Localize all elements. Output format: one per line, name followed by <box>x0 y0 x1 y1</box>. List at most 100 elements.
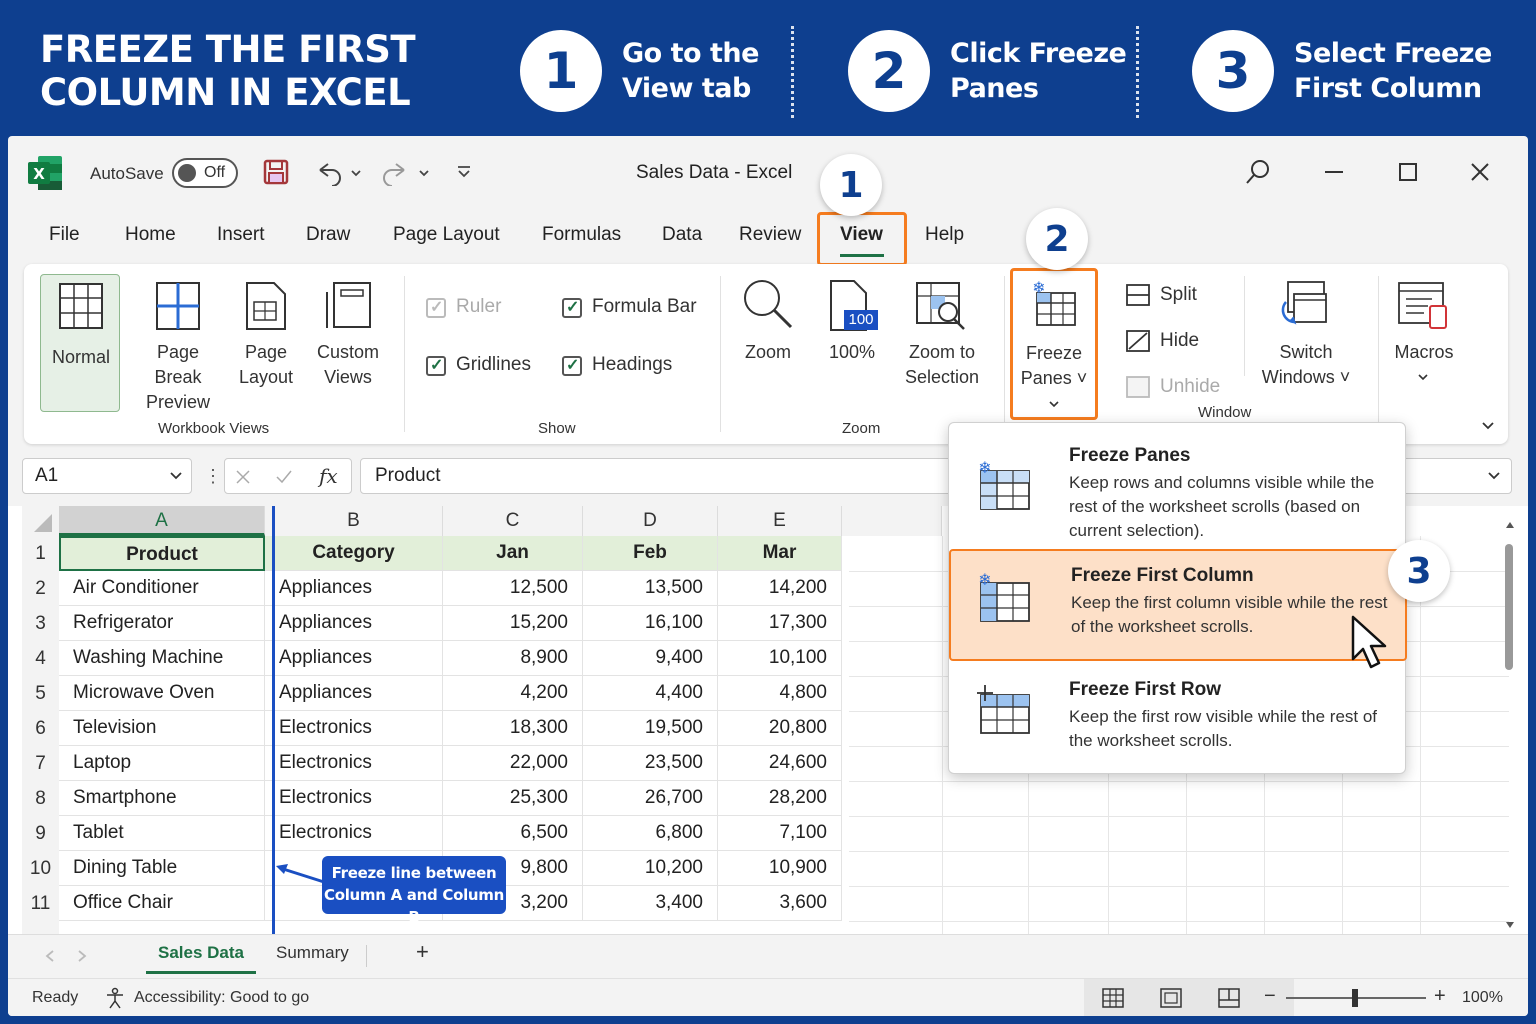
cell-product[interactable]: Washing Machine <box>59 641 265 676</box>
page-layout-button[interactable]: Page Layout <box>226 340 306 390</box>
zoom-level[interactable]: 100% <box>1462 989 1503 1007</box>
zoom-out-button[interactable]: − <box>1264 985 1276 1008</box>
cell-feb[interactable]: 16,100 <box>583 606 718 641</box>
cell-mar[interactable]: 7,100 <box>718 816 842 851</box>
row-header[interactable]: 11 <box>22 886 59 921</box>
page-break-preview-button[interactable]: Page Break Preview <box>138 340 218 415</box>
name-box[interactable]: A1 <box>22 458 192 494</box>
cell-jan[interactable]: 4,200 <box>443 676 583 711</box>
vertical-scrollbar-thumb[interactable] <box>1505 544 1513 670</box>
collapse-ribbon-icon[interactable] <box>1480 420 1496 432</box>
zoom-button[interactable]: Zoom <box>730 340 806 365</box>
sheet-tab-summary[interactable]: Summary <box>276 943 349 963</box>
column-header-a[interactable]: A <box>59 506 265 536</box>
row-header[interactable] <box>22 921 59 934</box>
freeze-panes-button[interactable]: ❄ Freeze Panes ˅ <box>1010 268 1098 420</box>
insert-function-button[interactable]: fx <box>319 464 338 488</box>
tab-insert[interactable]: Insert <box>217 224 265 246</box>
cell-product[interactable]: Smartphone <box>59 781 265 816</box>
row-header[interactable]: 4 <box>22 641 59 676</box>
normal-view-button[interactable]: Normal <box>40 274 120 412</box>
header-cell-feb[interactable]: Feb <box>583 536 718 571</box>
cancel-icon[interactable] <box>235 469 251 485</box>
zoom-100-button[interactable]: 100% <box>814 340 890 365</box>
cell-jan[interactable]: 12,500 <box>443 571 583 606</box>
header-cell-product[interactable]: Product <box>59 536 265 571</box>
tab-file[interactable]: File <box>49 224 80 246</box>
cell-feb[interactable]: 19,500 <box>583 711 718 746</box>
header-cell-category[interactable]: Category <box>265 536 443 571</box>
split-button[interactable]: Split <box>1160 284 1197 306</box>
undo-icon[interactable] <box>314 160 362 186</box>
cell-jan[interactable]: 18,300 <box>443 711 583 746</box>
search-icon[interactable] <box>1244 158 1272 186</box>
accessibility-icon[interactable] <box>104 987 126 1009</box>
chevron-right-icon[interactable] <box>76 949 88 963</box>
tab-data[interactable]: Data <box>662 224 702 246</box>
cell-category[interactable]: Electronics <box>265 711 443 746</box>
add-sheet-button[interactable]: + <box>416 939 429 965</box>
cell-jan[interactable]: 25,300 <box>443 781 583 816</box>
chevron-left-icon[interactable] <box>44 949 56 963</box>
header-cell-jan[interactable]: Jan <box>443 536 583 571</box>
hide-button[interactable]: Hide <box>1160 330 1199 352</box>
cell-mar[interactable]: 10,900 <box>718 851 842 886</box>
autosave-toggle[interactable]: Off <box>172 158 238 188</box>
cell-feb[interactable]: 10,200 <box>583 851 718 886</box>
tab-home[interactable]: Home <box>125 224 176 246</box>
cell-product[interactable]: Television <box>59 711 265 746</box>
cell-product[interactable]: Office Chair <box>59 886 265 921</box>
cell-category[interactable]: Electronics <box>265 816 443 851</box>
menu-item-freeze-first-column[interactable]: ❄ Freeze First Column Keep the first col… <box>949 549 1407 669</box>
row-header[interactable]: 9 <box>22 816 59 851</box>
cell-category[interactable]: Electronics <box>265 746 443 781</box>
cell-mar[interactable]: 24,600 <box>718 746 842 781</box>
customize-qat-icon[interactable] <box>454 162 474 182</box>
enter-icon[interactable] <box>275 469 293 485</box>
sheet-tab-sales-data[interactable]: Sales Data <box>158 943 244 963</box>
tab-help[interactable]: Help <box>925 224 964 246</box>
cell-product[interactable]: Dining Table <box>59 851 265 886</box>
column-header-c[interactable]: C <box>443 506 583 536</box>
cell-product[interactable]: Air Conditioner <box>59 571 265 606</box>
minimize-icon[interactable] <box>1322 158 1346 186</box>
menu-item-freeze-panes[interactable]: ❄ Freeze Panes Keep rows and columns vis… <box>949 429 1407 541</box>
tab-page-layout[interactable]: Page Layout <box>393 224 500 246</box>
close-icon[interactable] <box>1468 158 1492 186</box>
header-cell-mar[interactable]: Mar <box>718 536 842 571</box>
zoom-in-button[interactable]: + <box>1434 985 1446 1008</box>
menu-item-freeze-first-row[interactable]: Freeze First Row Keep the first row visi… <box>949 663 1407 775</box>
cell-mar[interactable]: 3,600 <box>718 886 842 921</box>
unhide-button[interactable]: Unhide <box>1160 376 1220 398</box>
save-icon[interactable] <box>262 158 290 186</box>
maximize-icon[interactable] <box>1396 158 1420 186</box>
row-header[interactable]: 3 <box>22 606 59 641</box>
scroll-up-icon[interactable] <box>1504 520 1516 530</box>
cell-feb[interactable]: 23,500 <box>583 746 718 781</box>
accessibility-status[interactable]: Accessibility: Good to go <box>134 989 309 1007</box>
cell-feb[interactable]: 4,400 <box>583 676 718 711</box>
row-header[interactable]: 8 <box>22 781 59 816</box>
cell-mar[interactable]: 4,800 <box>718 676 842 711</box>
normal-view-status-icon[interactable] <box>1102 988 1124 1008</box>
cell-mar[interactable]: 20,800 <box>718 711 842 746</box>
switch-windows-button[interactable]: Switch Windows ˅ <box>1256 340 1356 390</box>
cell-mar[interactable]: 17,300 <box>718 606 842 641</box>
page-layout-status-icon[interactable] <box>1160 988 1182 1008</box>
headings-checkbox[interactable] <box>562 355 582 376</box>
formula-bar-checkbox[interactable] <box>562 297 582 318</box>
custom-views-button[interactable]: Custom Views <box>308 340 388 390</box>
row-header[interactable]: 6 <box>22 711 59 746</box>
zoom-to-selection-button[interactable]: Zoom to Selection <box>892 340 992 390</box>
row-header[interactable]: 2 <box>22 571 59 606</box>
row-header[interactable]: 5 <box>22 676 59 711</box>
cell-category[interactable]: Electronics <box>265 781 443 816</box>
cell-feb[interactable]: 13,500 <box>583 571 718 606</box>
cell-jan[interactable]: 22,000 <box>443 746 583 781</box>
page-break-status-icon[interactable] <box>1218 988 1240 1008</box>
select-all-corner[interactable] <box>22 506 59 536</box>
cell-product[interactable]: Laptop <box>59 746 265 781</box>
row-header[interactable]: 1 <box>22 536 59 571</box>
row-header[interactable]: 10 <box>22 851 59 886</box>
cell-feb[interactable]: 6,800 <box>583 816 718 851</box>
